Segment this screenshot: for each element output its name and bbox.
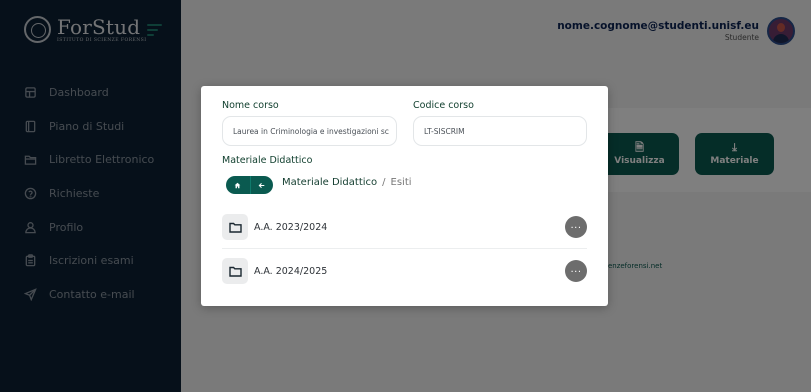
home-icon[interactable]: [226, 176, 250, 194]
folder-icon: [222, 214, 248, 240]
arrow-left-icon[interactable]: [249, 176, 274, 194]
folder-label: A.A. 2024/2025: [254, 265, 328, 277]
breadcrumb-separator: /: [382, 177, 386, 188]
breadcrumb-item-materiale[interactable]: Materiale Didattico: [282, 177, 377, 188]
list-item[interactable]: A.A. 2024/2025 ...: [222, 252, 587, 290]
list-item[interactable]: A.A. 2023/2024 ...: [222, 208, 587, 246]
course-code-field[interactable]: LT-SISCRIM: [413, 116, 587, 146]
breadcrumb: Materiale Didattico / Esiti: [282, 177, 412, 188]
course-material-modal: Nome corso Laurea in Criminologia e inve…: [201, 86, 608, 306]
folder-label: A.A. 2023/2024: [254, 221, 328, 233]
course-name-field[interactable]: Laurea in Criminologia e investigazioni …: [222, 116, 397, 146]
more-options-button[interactable]: ...: [565, 260, 587, 282]
course-name-label: Nome corso: [222, 100, 279, 111]
divider: [222, 248, 587, 249]
breadcrumb-item-esiti: Esiti: [390, 177, 412, 188]
more-options-button[interactable]: ...: [565, 216, 587, 238]
course-code-label: Codice corso: [413, 100, 474, 111]
section-label: Materiale Didattico: [222, 155, 313, 166]
breadcrumb-nav-buttons: [226, 176, 273, 194]
folder-icon: [222, 258, 248, 284]
